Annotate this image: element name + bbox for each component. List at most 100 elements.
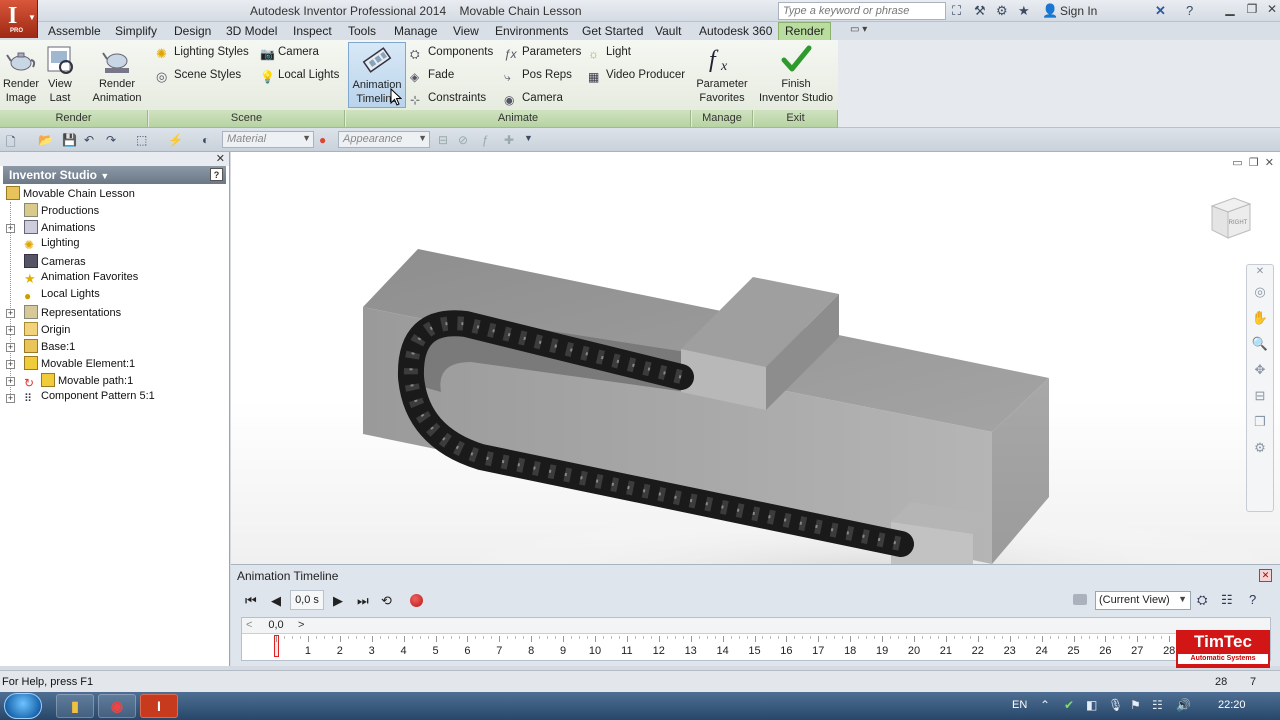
constraints-button[interactable]: ⊹ Constraints: [410, 92, 486, 107]
tree-item-animation-favorites[interactable]: ★ Animation Favorites: [24, 271, 138, 287]
taskbar-inventor-icon[interactable]: I: [140, 694, 178, 718]
application-menu-button[interactable]: I PRO ▼: [0, 0, 38, 38]
time-field[interactable]: 0,0 s: [290, 590, 324, 610]
tab-assemble[interactable]: Assemble: [48, 24, 101, 38]
plus-icon[interactable]: ✚: [504, 133, 514, 147]
expand-icon[interactable]: +: [6, 394, 15, 403]
tab-tools[interactable]: Tools: [348, 24, 376, 38]
close-icon[interactable]: ✕: [1247, 265, 1273, 279]
add-camera-action-icon[interactable]: ⛭: [1197, 592, 1207, 608]
expand-icon[interactable]: +: [6, 326, 15, 335]
camera-scene-button[interactable]: 📷 Camera: [260, 46, 319, 61]
play-button[interactable]: ▶: [333, 593, 343, 609]
tab-design[interactable]: Design: [174, 24, 211, 38]
subscription-icon[interactable]: ⚙: [996, 3, 1008, 19]
select-icon[interactable]: ⬚: [136, 133, 147, 147]
tray-flag-icon[interactable]: ⚑: [1130, 698, 1141, 712]
expand-icon[interactable]: +: [6, 224, 15, 233]
taskbar-inventor-pro-icon[interactable]: ▮: [56, 694, 94, 718]
parameter-favorites-button[interactable]: fx Parameter Favorites: [694, 43, 750, 105]
tree-item-lighting[interactable]: ✺ Lighting: [24, 237, 80, 253]
material-combo[interactable]: Material ▼: [222, 131, 314, 148]
customize-icon[interactable]: ⚙: [1247, 435, 1273, 461]
save-icon[interactable]: 💾: [62, 133, 77, 147]
expand-icon[interactable]: +: [6, 360, 15, 369]
redo-icon[interactable]: ↷: [106, 133, 116, 147]
tray-icon[interactable]: ◧: [1086, 698, 1097, 712]
tab-get-started[interactable]: Get Started: [582, 24, 643, 38]
tab-inspect[interactable]: Inspect: [293, 24, 332, 38]
customize-icon[interactable]: ▼: [524, 133, 533, 143]
restore-button[interactable]: ❐: [1242, 2, 1262, 18]
tree-item-movable-path[interactable]: ↻ Movable path:1: [24, 373, 133, 390]
close-icon[interactable]: ✕: [216, 152, 225, 165]
favorites-star-icon[interactable]: ★: [1018, 3, 1030, 19]
pan-icon[interactable]: ✋: [1247, 305, 1273, 331]
go-to-end-button[interactable]: ⏭: [357, 593, 369, 609]
zoom-window-icon[interactable]: ❐: [1247, 409, 1273, 435]
steering-wheel-icon[interactable]: ◎: [1247, 279, 1273, 305]
expand-icon[interactable]: +: [6, 309, 15, 318]
expand-icon[interactable]: +: [6, 343, 15, 352]
look-at-icon[interactable]: ⊟: [1247, 383, 1273, 409]
camera-animate-button[interactable]: ◉ Camera: [504, 92, 563, 107]
view-last-button[interactable]: View Last: [44, 43, 76, 105]
tab-autodesk-360[interactable]: Autodesk 360: [699, 24, 772, 38]
graphics-viewport[interactable]: ▭ ❐ ✕ RIGHT ✕ ◎ ✋ 🔍 ✥ ⊟ ❐ ⚙: [231, 152, 1280, 564]
update-icon[interactable]: ⚡: [168, 133, 183, 147]
clear-icon[interactable]: ⊘: [458, 133, 468, 147]
tree-item-component-pattern[interactable]: ⠿ Component Pattern 5:1: [24, 390, 155, 406]
adjust-icon[interactable]: ⊟: [438, 133, 448, 147]
user-icon[interactable]: 👤: [1042, 3, 1058, 19]
camera-view-select[interactable]: (Current View) ▼: [1095, 591, 1191, 610]
next-key-button[interactable]: >: [298, 619, 304, 631]
taskbar-chrome-icon[interactable]: ◉: [98, 694, 136, 718]
tools-icon[interactable]: ⚒: [974, 3, 986, 19]
tray-volume-icon[interactable]: 🔊: [1176, 698, 1191, 712]
lighting-styles-button[interactable]: ✺ Lighting Styles: [156, 46, 249, 61]
tray-up-arrow-icon[interactable]: ⌃: [1040, 698, 1050, 712]
minimize-button[interactable]: ▁: [1220, 2, 1240, 18]
light-button[interactable]: ☼ Light: [588, 46, 631, 61]
help-icon[interactable]: ?: [1249, 592, 1256, 607]
repeat-button[interactable]: ⟲: [381, 593, 392, 609]
tab-render[interactable]: Render: [778, 22, 832, 41]
tree-root[interactable]: Movable Chain Lesson: [6, 186, 135, 202]
scene-styles-button[interactable]: ◎ Scene Styles: [156, 69, 241, 84]
tab-manage[interactable]: Manage: [394, 24, 437, 38]
previous-key-button[interactable]: <: [246, 619, 252, 631]
search-input[interactable]: Type a keyword or phrase: [778, 2, 946, 20]
color-icon[interactable]: ◐: [202, 133, 209, 147]
tab-options-icon[interactable]: ▭ ▾: [850, 24, 867, 35]
video-producer-button[interactable]: ▦ Video Producer: [588, 69, 685, 84]
tree-item-representations[interactable]: Representations: [24, 305, 121, 321]
close-button[interactable]: ✕: [1262, 2, 1280, 18]
appearance-color-icon[interactable]: ●: [319, 133, 326, 147]
tray-clock[interactable]: 22:20: [1218, 699, 1246, 711]
parameters-button[interactable]: ƒx Parameters: [504, 46, 581, 61]
tree-item-productions[interactable]: Productions: [24, 203, 99, 219]
exchange-icon[interactable]: ✕: [1155, 3, 1166, 19]
local-lights-button[interactable]: 💡 Local Lights: [260, 69, 339, 84]
render-image-button[interactable]: Render Image: [2, 43, 40, 105]
reverse-play-button[interactable]: ◀: [271, 593, 281, 609]
tree-item-movable-element[interactable]: Movable Element:1: [24, 356, 135, 372]
camera-icon[interactable]: [1073, 594, 1087, 605]
tab-view[interactable]: View: [453, 24, 479, 38]
pos-reps-button[interactable]: ⤷ Pos Reps: [504, 69, 572, 84]
viewcube-icon[interactable]: RIGHT: [1208, 194, 1254, 244]
sign-in-link[interactable]: Sign In: [1060, 4, 1097, 18]
tray-language[interactable]: EN: [1012, 699, 1027, 711]
zoom-icon[interactable]: 🔍: [1247, 331, 1273, 357]
record-button[interactable]: [410, 594, 423, 607]
help-icon[interactable]: ?: [210, 168, 223, 181]
fx-icon[interactable]: ƒ: [482, 133, 489, 147]
close-icon[interactable]: ✕: [1259, 569, 1272, 582]
animation-options-icon[interactable]: ☷: [1221, 592, 1233, 608]
components-button[interactable]: ⛭ Components: [410, 46, 493, 61]
tab-3d-model[interactable]: 3D Model: [226, 24, 277, 38]
open-file-icon[interactable]: 📂: [38, 133, 53, 147]
binoculars-icon[interactable]: ⛶: [952, 3, 961, 19]
help-icon[interactable]: ?: [1186, 3, 1193, 18]
browser-header[interactable]: Inventor Studio ▼ ?: [3, 166, 226, 184]
